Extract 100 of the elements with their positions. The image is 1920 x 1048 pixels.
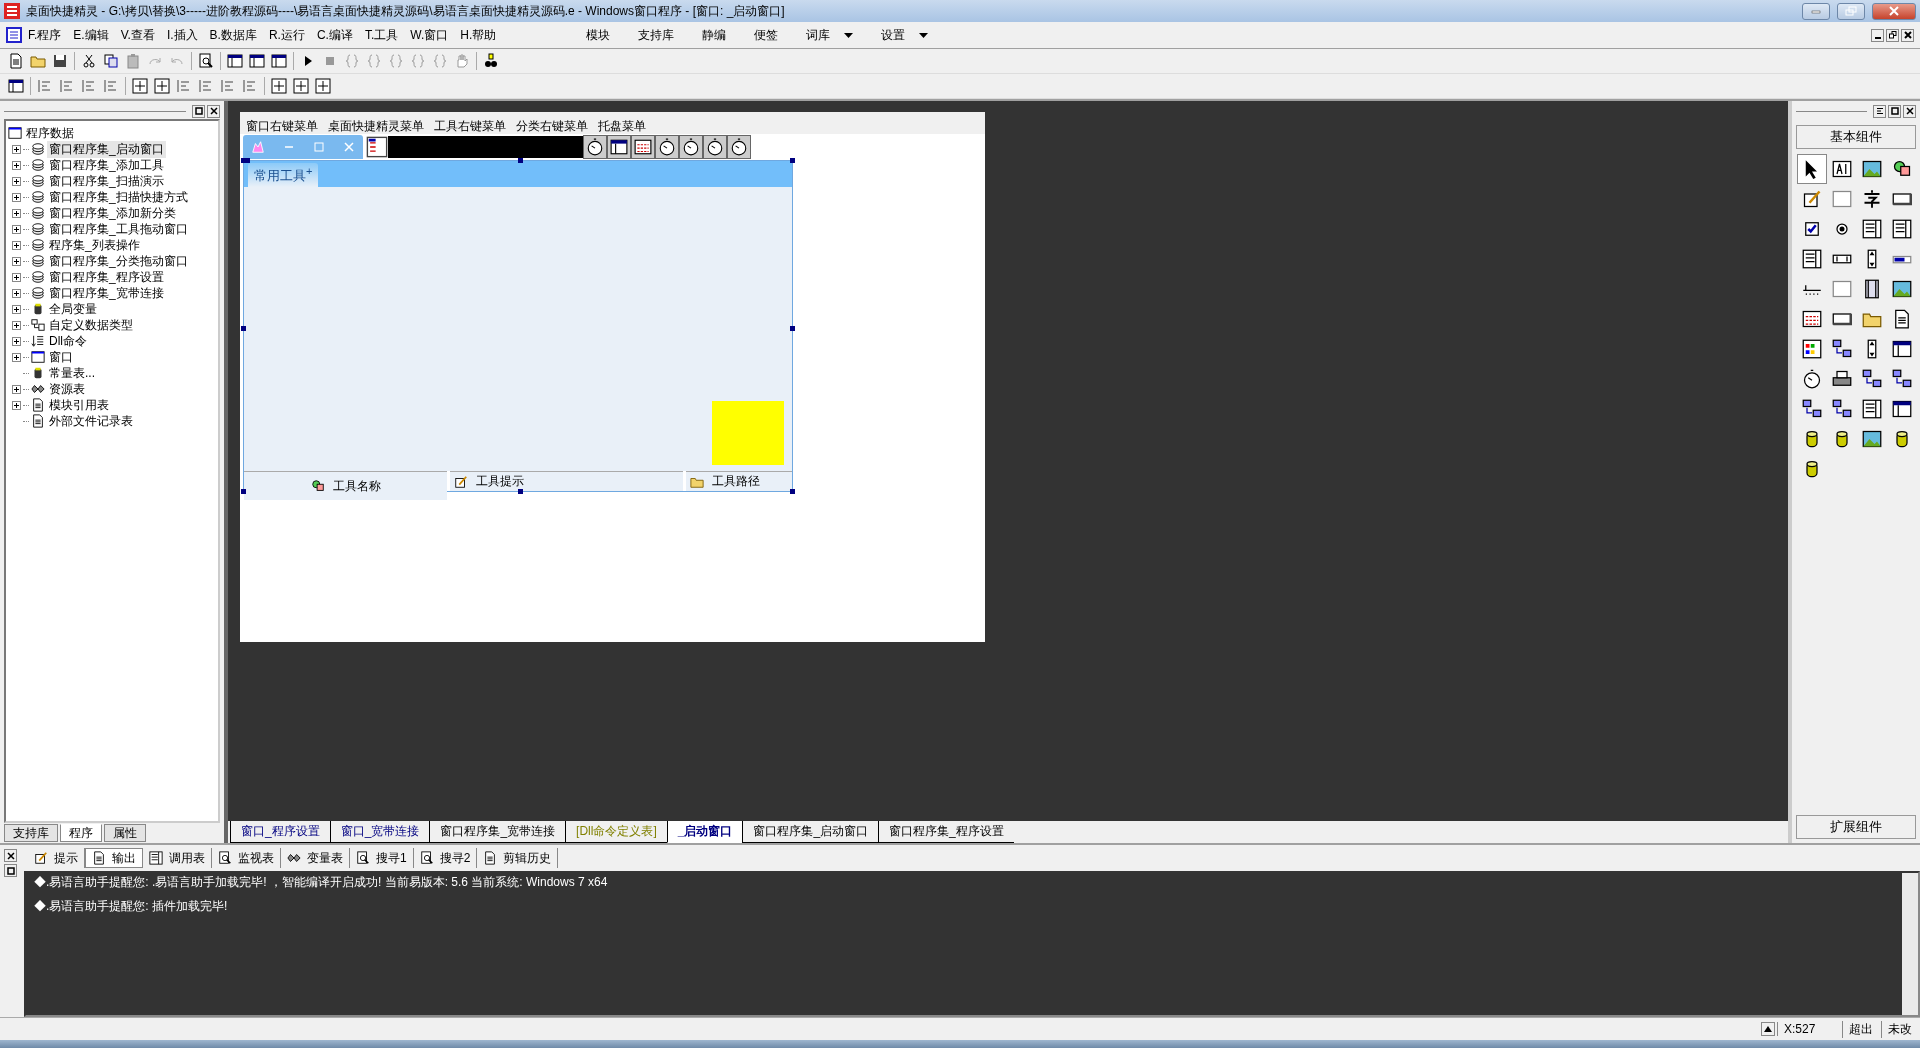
expand-icon[interactable] bbox=[12, 304, 21, 314]
menu-item[interactable]: 模块 bbox=[572, 25, 625, 45]
tree-node-icon[interactable] bbox=[31, 382, 45, 396]
network-tool-icon[interactable] bbox=[1862, 369, 1882, 389]
menu-button[interactable] bbox=[1873, 104, 1886, 118]
selection-handle[interactable] bbox=[241, 326, 246, 331]
tree-node-icon[interactable] bbox=[31, 222, 45, 236]
minimize-button[interactable] bbox=[1871, 28, 1884, 42]
close-button[interactable] bbox=[207, 104, 220, 118]
pencil-note-icon[interactable] bbox=[454, 474, 468, 489]
document-icon[interactable] bbox=[419, 851, 434, 865]
expand-icon[interactable] bbox=[12, 352, 21, 362]
expand-icon[interactable] bbox=[12, 144, 21, 154]
tree-node-icon[interactable] bbox=[31, 190, 45, 204]
selection-handle[interactable] bbox=[790, 489, 795, 494]
selection-handle[interactable] bbox=[241, 158, 250, 163]
expand-icon[interactable] bbox=[12, 176, 21, 186]
listbox-tool-icon[interactable] bbox=[1892, 219, 1912, 239]
tree-item[interactable]: 常量表... bbox=[47, 364, 97, 382]
menu-item[interactable]: B.数据库 bbox=[203, 26, 263, 44]
menu-item[interactable]: F.程序 bbox=[22, 26, 68, 44]
tree-node-icon[interactable] bbox=[31, 350, 45, 364]
form-menu-item[interactable]: 窗口右键菜单 bbox=[246, 118, 318, 132]
scrollbar[interactable] bbox=[1902, 873, 1918, 1015]
expand-icon[interactable] bbox=[12, 336, 21, 346]
tree-node-icon[interactable] bbox=[31, 398, 45, 412]
expand-icon[interactable] bbox=[12, 288, 21, 298]
tree-item[interactable]: 程序集_列表操作 bbox=[47, 236, 142, 254]
selection-handle[interactable] bbox=[518, 489, 523, 494]
printer-tool-icon[interactable] bbox=[1832, 369, 1852, 389]
picture-tool-icon[interactable] bbox=[1862, 159, 1882, 179]
size-icon[interactable] bbox=[293, 78, 309, 94]
shape-tool-icon[interactable] bbox=[1892, 159, 1912, 179]
picture-tool-icon[interactable] bbox=[1862, 429, 1882, 449]
binoculars-icon[interactable] bbox=[483, 53, 499, 69]
network-tool-icon[interactable] bbox=[1832, 339, 1852, 359]
movie-tool-icon[interactable] bbox=[1862, 279, 1882, 299]
tree-item[interactable]: 程序数据 bbox=[24, 124, 76, 142]
layout-icon[interactable] bbox=[227, 53, 243, 69]
layout-icon[interactable] bbox=[249, 53, 265, 69]
menu-item[interactable]: C.编译 bbox=[310, 26, 359, 44]
form-menu-item[interactable]: 工具右键菜单 bbox=[434, 118, 506, 132]
tree-node-icon[interactable] bbox=[31, 414, 45, 428]
checkbox-tool-icon[interactable] bbox=[1802, 219, 1822, 239]
center-icon[interactable] bbox=[154, 78, 170, 94]
panel-tab[interactable]: 属性 bbox=[104, 824, 146, 842]
expand-icon[interactable] bbox=[12, 160, 21, 170]
tree-item[interactable]: 窗口程序集_程序设置 bbox=[47, 268, 166, 286]
layout-icon[interactable] bbox=[271, 53, 287, 69]
tree-item[interactable]: 窗口程序集_添加工具 bbox=[47, 156, 166, 174]
frame-tool-icon[interactable] bbox=[1832, 279, 1852, 299]
panel-tab[interactable]: 支持库 bbox=[4, 824, 58, 842]
tree-item[interactable]: 窗口 bbox=[47, 348, 75, 366]
tree-node-icon[interactable] bbox=[31, 158, 45, 172]
selection-handle[interactable] bbox=[241, 489, 246, 494]
frame-tool-icon[interactable] bbox=[1832, 189, 1852, 209]
tree-item[interactable]: 自定义数据类型 bbox=[47, 316, 135, 334]
palette-tool-icon[interactable] bbox=[1802, 339, 1822, 359]
expand-icon[interactable] bbox=[12, 224, 21, 234]
toolbox-header-button[interactable]: 基本组件 bbox=[1796, 125, 1916, 149]
menu-item[interactable]: 设置 bbox=[867, 25, 943, 45]
expand-icon[interactable] bbox=[12, 240, 21, 250]
editor-tab[interactable]: 窗口程序集_程序设置 bbox=[878, 821, 1014, 843]
save-icon[interactable] bbox=[52, 53, 68, 69]
scroll-up-button[interactable] bbox=[1761, 1022, 1775, 1036]
listbox-tool-icon[interactable] bbox=[1862, 219, 1882, 239]
network-tool-icon[interactable] bbox=[1832, 399, 1852, 419]
form-menu-item[interactable]: 托盘菜单 bbox=[598, 118, 646, 132]
restore-button[interactable] bbox=[1886, 28, 1899, 42]
listbox-tool-icon[interactable] bbox=[1862, 399, 1882, 419]
output-tab[interactable]: 输出 bbox=[85, 848, 143, 868]
network-tool-icon[interactable] bbox=[1892, 369, 1912, 389]
panel-tab[interactable]: 程序 bbox=[60, 824, 102, 842]
close-button[interactable] bbox=[4, 849, 17, 862]
tree-node-icon[interactable] bbox=[31, 286, 45, 300]
toolbox-footer-button[interactable]: 扩展组件 bbox=[1796, 815, 1916, 839]
size-icon[interactable] bbox=[271, 78, 287, 94]
listbox-tool-icon[interactable] bbox=[1802, 249, 1822, 269]
menu-item[interactable]: H.帮助 bbox=[454, 26, 503, 44]
selection-handle[interactable] bbox=[790, 326, 795, 331]
menu-item[interactable]: E.编辑 bbox=[67, 26, 115, 44]
editor-tab[interactable]: [Dll命令定义表] bbox=[565, 821, 667, 843]
open-folder-icon[interactable] bbox=[30, 53, 46, 69]
tree-item[interactable]: 窗口程序集_添加新分类 bbox=[47, 204, 178, 222]
tree-item[interactable]: 窗口程序集_宽带连接 bbox=[47, 284, 166, 302]
edit-tool-icon[interactable] bbox=[1802, 189, 1822, 209]
diamonds-icon[interactable] bbox=[287, 851, 301, 865]
editor-tab[interactable]: 窗口_宽带连接 bbox=[329, 821, 430, 843]
tree-node-icon[interactable] bbox=[31, 238, 45, 252]
editor-tab[interactable]: _启动窗口 bbox=[666, 821, 743, 843]
search-icon[interactable] bbox=[218, 851, 232, 865]
expand-icon[interactable] bbox=[12, 272, 21, 282]
project-icon[interactable] bbox=[8, 126, 22, 140]
maximize-button[interactable] bbox=[4, 864, 17, 877]
close-button[interactable] bbox=[1901, 28, 1914, 42]
menu-item[interactable]: 静编 bbox=[688, 25, 741, 45]
menu-item[interactable]: V.查看 bbox=[114, 26, 161, 44]
selection-handle[interactable] bbox=[790, 158, 795, 163]
cut-icon[interactable] bbox=[81, 53, 97, 69]
tree-item[interactable]: 模块引用表 bbox=[47, 396, 111, 414]
